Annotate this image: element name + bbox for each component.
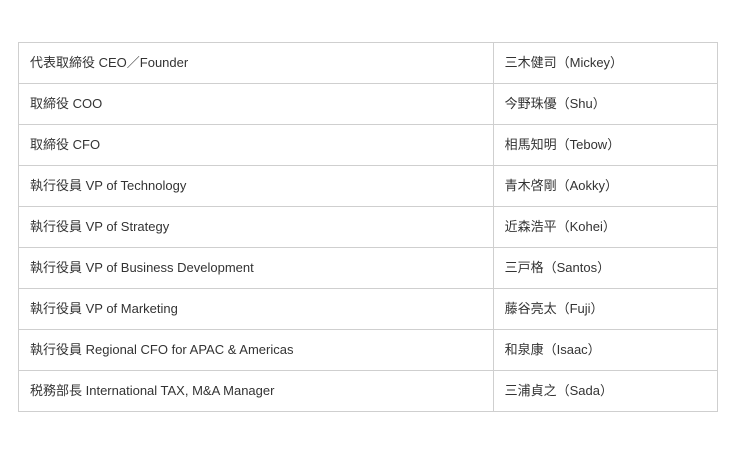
table-row: 執行役員 VP of Strategy 近森浩平（Kohei） — [18, 206, 719, 248]
table-row: 執行役員 VP of Business Development 三戸格（Sant… — [18, 247, 719, 289]
name-cell: 青木啓剛（Aokky） — [492, 165, 719, 207]
role-cell: 税務部長 International TAX, M&A Manager — [18, 370, 494, 412]
name-cell: 和泉康（Isaac） — [492, 329, 719, 371]
officers-table-body: 代表取締役 CEO／Founder 三木健司（Mickey） 取締役 COO 今… — [18, 42, 719, 412]
name-cell: 三戸格（Santos） — [492, 247, 719, 289]
role-cell: 執行役員 VP of Technology — [18, 165, 494, 207]
table-row: 執行役員 Regional CFO for APAC & Americas 和泉… — [18, 329, 719, 371]
officers-table: 代表取締役 CEO／Founder 三木健司（Mickey） 取締役 COO 今… — [18, 42, 719, 412]
role-cell: 取締役 CFO — [18, 124, 494, 166]
table-row: 税務部長 International TAX, M&A Manager 三浦貞之… — [18, 370, 719, 412]
role-cell: 取締役 COO — [18, 83, 494, 125]
table-row: 執行役員 VP of Technology 青木啓剛（Aokky） — [18, 165, 719, 207]
name-cell: 近森浩平（Kohei） — [492, 206, 719, 248]
table-row: 代表取締役 CEO／Founder 三木健司（Mickey） — [18, 42, 719, 84]
name-cell: 今野珠優（Shu） — [492, 83, 719, 125]
name-cell: 三浦貞之（Sada） — [492, 370, 719, 412]
role-cell: 執行役員 VP of Strategy — [18, 206, 494, 248]
name-cell: 相馬知明（Tebow） — [492, 124, 719, 166]
table-row: 取締役 COO 今野珠優（Shu） — [18, 83, 719, 125]
table-row: 取締役 CFO 相馬知明（Tebow） — [18, 124, 719, 166]
name-cell: 三木健司（Mickey） — [492, 42, 719, 84]
role-cell: 執行役員 VP of Marketing — [18, 288, 494, 330]
name-cell: 藤谷亮太（Fuji） — [492, 288, 719, 330]
role-cell: 執行役員 Regional CFO for APAC & Americas — [18, 329, 494, 371]
role-cell: 執行役員 VP of Business Development — [18, 247, 494, 289]
role-cell: 代表取締役 CEO／Founder — [18, 42, 494, 84]
table-row: 執行役員 VP of Marketing 藤谷亮太（Fuji） — [18, 288, 719, 330]
